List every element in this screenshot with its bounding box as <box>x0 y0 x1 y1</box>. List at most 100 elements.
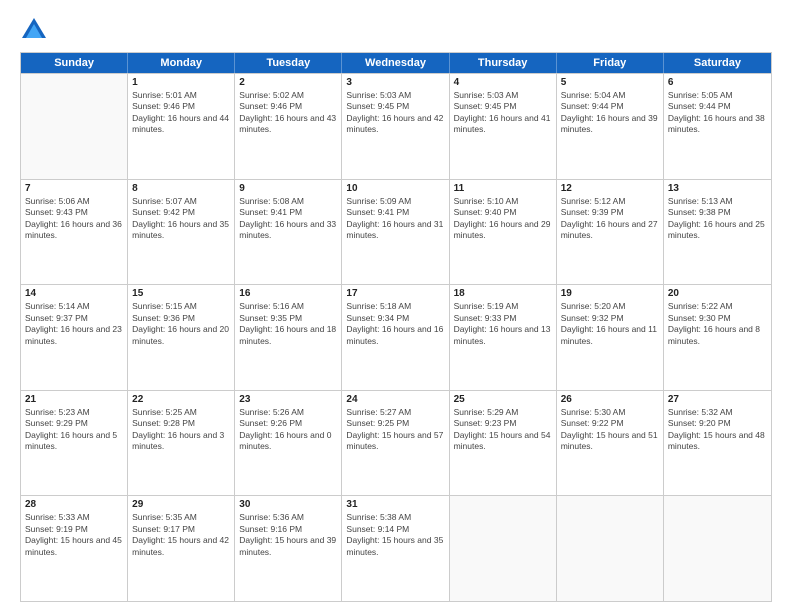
day-info: Sunrise: 5:23 AM Sunset: 9:29 PM Dayligh… <box>25 407 123 453</box>
day-info: Sunrise: 5:22 AM Sunset: 9:30 PM Dayligh… <box>668 301 767 347</box>
calendar-body: 1 Sunrise: 5:01 AM Sunset: 9:46 PM Daylig… <box>21 73 771 601</box>
day-info: Sunrise: 5:29 AM Sunset: 9:23 PM Dayligh… <box>454 407 552 453</box>
day-info: Sunrise: 5:20 AM Sunset: 9:32 PM Dayligh… <box>561 301 659 347</box>
day-number: 4 <box>454 77 552 88</box>
day-number: 8 <box>132 183 230 194</box>
day-info: Sunrise: 5:03 AM Sunset: 9:45 PM Dayligh… <box>454 90 552 136</box>
day-info: Sunrise: 5:05 AM Sunset: 9:44 PM Dayligh… <box>668 90 767 136</box>
calendar-cell: 17 Sunrise: 5:18 AM Sunset: 9:34 PM Dayli… <box>342 285 449 390</box>
day-info: Sunrise: 5:07 AM Sunset: 9:42 PM Dayligh… <box>132 196 230 242</box>
calendar-cell: 24Sunrise: 5:27 AM Sunset: 9:25 PM Dayli… <box>342 391 449 496</box>
day-number: 2 <box>239 77 337 88</box>
calendar-cell: 27 Sunrise: 5:32 AM Sunset: 9:20 PM Dayli… <box>664 391 771 496</box>
day-info: Sunrise: 5:35 AM Sunset: 9:17 PM Dayligh… <box>132 512 230 558</box>
calendar-cell: 3 Sunrise: 5:03 AM Sunset: 9:45 PM Daylig… <box>342 74 449 179</box>
calendar-cell: 16 Sunrise: 5:16 AM Sunset: 9:35 PM Dayli… <box>235 285 342 390</box>
calendar-row-2: 7 Sunrise: 5:06 AM Sunset: 9:43 PM Daylig… <box>21 179 771 285</box>
calendar-cell <box>664 496 771 601</box>
day-info: Sunrise: 5:03 AM Sunset: 9:45 PM Dayligh… <box>346 90 444 136</box>
calendar-cell: 18 Sunrise: 5:19 AM Sunset: 9:33 PM Dayli… <box>450 285 557 390</box>
day-info: Sunrise: 5:04 AM Sunset: 9:44 PM Dayligh… <box>561 90 659 136</box>
header-cell-tuesday: Tuesday <box>235 53 342 73</box>
calendar-cell: 5Sunrise: 5:04 AM Sunset: 9:44 PM Daylig… <box>557 74 664 179</box>
day-number: 19 <box>561 288 659 299</box>
day-number: 9 <box>239 183 337 194</box>
header-cell-saturday: Saturday <box>664 53 771 73</box>
day-info: Sunrise: 5:06 AM Sunset: 9:43 PM Dayligh… <box>25 196 123 242</box>
day-number: 20 <box>668 288 767 299</box>
day-info: Sunrise: 5:19 AM Sunset: 9:33 PM Dayligh… <box>454 301 552 347</box>
calendar-cell: 28Sunrise: 5:33 AM Sunset: 9:19 PM Dayli… <box>21 496 128 601</box>
header-cell-thursday: Thursday <box>450 53 557 73</box>
header-cell-wednesday: Wednesday <box>342 53 449 73</box>
day-info: Sunrise: 5:38 AM Sunset: 9:14 PM Dayligh… <box>346 512 444 558</box>
day-number: 31 <box>346 499 444 510</box>
day-number: 3 <box>346 77 444 88</box>
header-cell-sunday: Sunday <box>21 53 128 73</box>
day-number: 27 <box>668 394 767 405</box>
calendar-cell: 31 Sunrise: 5:38 AM Sunset: 9:14 PM Dayli… <box>342 496 449 601</box>
day-number: 29 <box>132 499 230 510</box>
calendar-cell: 4 Sunrise: 5:03 AM Sunset: 9:45 PM Daylig… <box>450 74 557 179</box>
page: SundayMondayTuesdayWednesdayThursdayFrid… <box>0 0 792 612</box>
calendar-cell: 22 Sunrise: 5:25 AM Sunset: 9:28 PM Dayli… <box>128 391 235 496</box>
day-info: Sunrise: 5:09 AM Sunset: 9:41 PM Dayligh… <box>346 196 444 242</box>
calendar-cell: 30 Sunrise: 5:36 AM Sunset: 9:16 PM Dayli… <box>235 496 342 601</box>
calendar-cell <box>21 74 128 179</box>
calendar-cell: 10 Sunrise: 5:09 AM Sunset: 9:41 PM Dayli… <box>342 180 449 285</box>
day-info: Sunrise: 5:02 AM Sunset: 9:46 PM Dayligh… <box>239 90 337 136</box>
day-info: Sunrise: 5:36 AM Sunset: 9:16 PM Dayligh… <box>239 512 337 558</box>
day-number: 16 <box>239 288 337 299</box>
day-number: 22 <box>132 394 230 405</box>
day-number: 26 <box>561 394 659 405</box>
day-info: Sunrise: 5:01 AM Sunset: 9:46 PM Dayligh… <box>132 90 230 136</box>
day-info: Sunrise: 5:25 AM Sunset: 9:28 PM Dayligh… <box>132 407 230 453</box>
calendar-cell: 11 Sunrise: 5:10 AM Sunset: 9:40 PM Dayli… <box>450 180 557 285</box>
calendar-cell <box>557 496 664 601</box>
logo-icon <box>20 16 48 44</box>
day-info: Sunrise: 5:13 AM Sunset: 9:38 PM Dayligh… <box>668 196 767 242</box>
day-number: 7 <box>25 183 123 194</box>
calendar-cell: 15 Sunrise: 5:15 AM Sunset: 9:36 PM Dayli… <box>128 285 235 390</box>
day-info: Sunrise: 5:14 AM Sunset: 9:37 PM Dayligh… <box>25 301 123 347</box>
day-number: 23 <box>239 394 337 405</box>
day-info: Sunrise: 5:30 AM Sunset: 9:22 PM Dayligh… <box>561 407 659 453</box>
day-number: 11 <box>454 183 552 194</box>
calendar-header: SundayMondayTuesdayWednesdayThursdayFrid… <box>21 53 771 73</box>
day-number: 21 <box>25 394 123 405</box>
day-info: Sunrise: 5:10 AM Sunset: 9:40 PM Dayligh… <box>454 196 552 242</box>
calendar-cell: 23 Sunrise: 5:26 AM Sunset: 9:26 PM Dayli… <box>235 391 342 496</box>
day-info: Sunrise: 5:27 AM Sunset: 9:25 PM Dayligh… <box>346 407 444 453</box>
calendar-cell: 19 Sunrise: 5:20 AM Sunset: 9:32 PM Dayli… <box>557 285 664 390</box>
header <box>20 16 772 44</box>
day-info: Sunrise: 5:16 AM Sunset: 9:35 PM Dayligh… <box>239 301 337 347</box>
calendar-cell: 29 Sunrise: 5:35 AM Sunset: 9:17 PM Dayli… <box>128 496 235 601</box>
day-number: 28 <box>25 499 123 510</box>
day-info: Sunrise: 5:26 AM Sunset: 9:26 PM Dayligh… <box>239 407 337 453</box>
calendar-cell: 25Sunrise: 5:29 AM Sunset: 9:23 PM Dayli… <box>450 391 557 496</box>
calendar-cell: 1 Sunrise: 5:01 AM Sunset: 9:46 PM Daylig… <box>128 74 235 179</box>
calendar-cell <box>450 496 557 601</box>
day-info: Sunrise: 5:18 AM Sunset: 9:34 PM Dayligh… <box>346 301 444 347</box>
calendar-row-3: 14 Sunrise: 5:14 AM Sunset: 9:37 PM Dayli… <box>21 284 771 390</box>
day-number: 15 <box>132 288 230 299</box>
header-cell-monday: Monday <box>128 53 235 73</box>
calendar-cell: 6Sunrise: 5:05 AM Sunset: 9:44 PM Daylig… <box>664 74 771 179</box>
day-number: 30 <box>239 499 337 510</box>
calendar: SundayMondayTuesdayWednesdayThursdayFrid… <box>20 52 772 602</box>
day-info: Sunrise: 5:15 AM Sunset: 9:36 PM Dayligh… <box>132 301 230 347</box>
day-number: 13 <box>668 183 767 194</box>
calendar-cell: 21 Sunrise: 5:23 AM Sunset: 9:29 PM Dayli… <box>21 391 128 496</box>
calendar-cell: 13 Sunrise: 5:13 AM Sunset: 9:38 PM Dayli… <box>664 180 771 285</box>
day-number: 17 <box>346 288 444 299</box>
day-number: 18 <box>454 288 552 299</box>
calendar-cell: 8 Sunrise: 5:07 AM Sunset: 9:42 PM Daylig… <box>128 180 235 285</box>
day-number: 14 <box>25 288 123 299</box>
day-number: 1 <box>132 77 230 88</box>
day-number: 12 <box>561 183 659 194</box>
logo <box>20 16 52 44</box>
day-info: Sunrise: 5:08 AM Sunset: 9:41 PM Dayligh… <box>239 196 337 242</box>
calendar-row-1: 1 Sunrise: 5:01 AM Sunset: 9:46 PM Daylig… <box>21 73 771 179</box>
day-info: Sunrise: 5:32 AM Sunset: 9:20 PM Dayligh… <box>668 407 767 453</box>
day-number: 10 <box>346 183 444 194</box>
